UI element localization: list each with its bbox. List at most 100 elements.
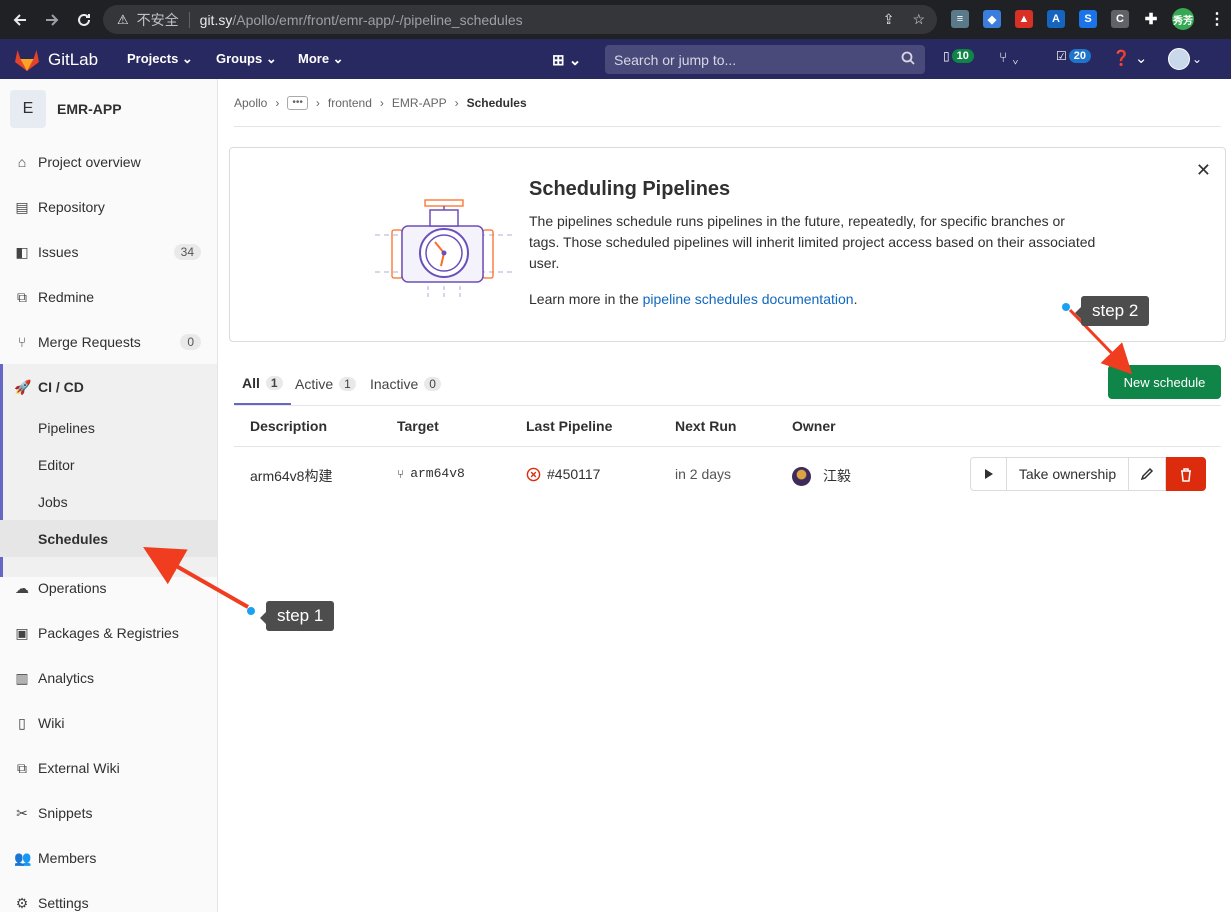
external-link-icon: ⧉ [17, 759, 27, 776]
sidebar-sub-editor[interactable]: Editor [0, 446, 217, 483]
schedule-description: arm64v8构建 [250, 468, 333, 484]
edit-button[interactable] [1129, 457, 1166, 491]
issues-nav-icon: ▯ [943, 49, 950, 63]
merge-request-icon: ⑂ [17, 334, 27, 350]
sidebar-item-external-wiki[interactable]: ⧉ External Wiki [0, 750, 217, 786]
gear-icon: ⚙ [15, 894, 29, 911]
breadcrumb-separator: › [379, 96, 384, 110]
sidebar-item-redmine[interactable]: ⧉ Redmine [0, 279, 217, 315]
extension-red-icon[interactable]: ▲ [1015, 10, 1033, 28]
breadcrumb-apollo[interactable]: Apollo [234, 96, 267, 110]
close-icon[interactable]: ✕ [1196, 160, 1211, 181]
nav-more[interactable]: More ⌄ [298, 51, 344, 67]
project-sidebar: E EMR-APP ⌂ Project overview ▤ Repositor… [0, 79, 218, 912]
help-icon[interactable]: ❓ ⌄ [1112, 49, 1147, 67]
take-ownership-button[interactable]: Take ownership [1007, 457, 1129, 491]
sidebar-item-settings[interactable]: ⚙ Settings [0, 885, 217, 921]
extension-angular-icon[interactable]: A [1047, 10, 1065, 28]
learn-suffix: . [853, 291, 858, 307]
insecure-label: 不安全 [136, 11, 179, 28]
issues-counter[interactable]: ▯ 10 [943, 49, 974, 63]
banner-title: Scheduling Pipelines [529, 178, 731, 200]
issues-count: 34 [173, 244, 201, 260]
sidebar-item-repository[interactable]: ▤ Repository [0, 189, 217, 225]
schedule-tabs: All 1 Active 1 Inactive 0 [234, 363, 1221, 406]
extension-db-icon[interactable]: ≡ [951, 10, 969, 28]
tab-all[interactable]: All 1 [234, 363, 291, 405]
nav-groups[interactable]: Groups ⌄ [216, 51, 277, 67]
search-input[interactable]: Search or jump to... [605, 45, 925, 74]
nav-more-label: More [298, 51, 330, 66]
owner-name: 江毅 [823, 468, 851, 484]
nav-groups-label: Groups [216, 51, 263, 66]
sidebar-item-label: Members [38, 850, 97, 866]
profile-avatar[interactable]: 秀芳 [1172, 8, 1194, 30]
sidebar-item-cicd[interactable]: 🚀 CI / CD [0, 369, 217, 405]
sidebar-item-merge-requests[interactable]: ⑂ Merge Requests 0 [0, 324, 217, 360]
schedule-actions: Take ownership [970, 457, 1206, 491]
sidebar-item-members[interactable]: 👥 Members [0, 840, 217, 876]
target-branch: arm64v8 [410, 466, 465, 481]
new-schedule-button[interactable]: New schedule [1108, 365, 1221, 399]
pipeline-clock-illustration-icon [375, 199, 515, 300]
sidebar-item-label: Merge Requests [38, 334, 141, 350]
play-icon [984, 469, 993, 479]
sidebar-item-wiki[interactable]: ▯ Wiki [0, 705, 217, 741]
share-icon[interactable]: ⇪ [883, 11, 895, 28]
sidebar-item-label: CI / CD [38, 379, 84, 395]
merge-requests-nav[interactable]: ⑂ ⌄ [999, 49, 1020, 65]
project-header[interactable]: E EMR-APP [10, 90, 122, 128]
schedule-owner[interactable]: 江毅 [792, 466, 851, 486]
learn-prefix: Learn more in the [529, 291, 643, 307]
user-avatar[interactable]: ⌄ [1168, 48, 1202, 70]
sidebar-item-snippets[interactable]: ✂ Snippets [0, 795, 217, 831]
reload-icon[interactable] [73, 9, 95, 31]
sidebar-sub-jobs[interactable]: Jobs [0, 483, 217, 520]
play-button[interactable] [970, 457, 1007, 491]
sidebar-item-project-overview[interactable]: ⌂ Project overview [0, 144, 217, 180]
search-icon [901, 51, 915, 68]
new-plus-icon[interactable]: ⊞ ⌄ [552, 51, 581, 69]
breadcrumb-separator: › [275, 96, 280, 110]
sidebar-sub-pipelines[interactable]: Pipelines [0, 409, 217, 446]
todos-counter[interactable]: ☑ 20 [1056, 49, 1092, 63]
pipeline-schedules-docs-link[interactable]: pipeline schedules documentation [643, 291, 854, 307]
tab-label: All [242, 375, 260, 391]
sidebar-item-label: Project overview [38, 154, 141, 170]
package-icon: ▣ [15, 624, 29, 641]
sidebar-item-label: Operations [38, 580, 107, 596]
tanuki-icon [15, 50, 39, 71]
forward-icon[interactable] [41, 9, 63, 31]
sidebar-item-issues[interactable]: ◧ Issues 34 [0, 234, 217, 270]
delete-button[interactable] [1166, 457, 1206, 491]
gitlab-logo[interactable]: GitLab [14, 48, 98, 72]
sidebar-item-analytics[interactable]: ▥ Analytics [0, 660, 217, 696]
bookmark-star-icon[interactable]: ☆ [912, 11, 925, 28]
sidebar-item-operations[interactable]: ☁ Operations [0, 570, 217, 606]
rocket-icon: 🚀 [14, 378, 32, 395]
last-pipeline[interactable]: #450117 [526, 466, 600, 482]
extension-s-icon[interactable]: S [1079, 10, 1097, 28]
nav-projects[interactable]: Projects ⌄ [127, 51, 193, 67]
extension-c-icon[interactable]: C [1111, 10, 1129, 28]
breadcrumb-expand-button[interactable]: ••• [287, 96, 308, 110]
sidebar-sub-schedules[interactable]: Schedules [0, 520, 217, 557]
branch-icon: ⑂ [397, 466, 405, 481]
puzzle-icon[interactable]: ✚ [1142, 10, 1160, 28]
sidebar-item-label: Redmine [38, 289, 95, 305]
back-icon[interactable] [9, 9, 31, 31]
cicd-section: 🚀 CI / CD Pipelines Editor Jobs Schedule… [0, 364, 217, 577]
kebab-menu-icon[interactable]: ⋮ [1208, 10, 1226, 28]
sidebar-item-packages[interactable]: ▣ Packages & Registries [0, 615, 217, 651]
sidebar-item-label: External Wiki [38, 760, 120, 776]
tab-active[interactable]: Active 1 [295, 363, 356, 405]
user-avatar-image [1168, 48, 1190, 70]
breadcrumb-frontend[interactable]: frontend [328, 96, 372, 110]
breadcrumb-emr-app[interactable]: EMR-APP [392, 96, 447, 110]
schedule-target[interactable]: ⑂ arm64v8 [397, 466, 465, 481]
pencil-icon [1140, 467, 1154, 481]
banner-learn-more: Learn more in the pipeline schedules doc… [529, 291, 857, 307]
address-bar[interactable]: ⚠ 不安全 git.sy/Apollo/emr/front/emr-app/-/… [103, 5, 937, 34]
extension-proxy-icon[interactable]: ◆ [983, 10, 1001, 28]
tab-inactive[interactable]: Inactive 0 [370, 363, 441, 405]
